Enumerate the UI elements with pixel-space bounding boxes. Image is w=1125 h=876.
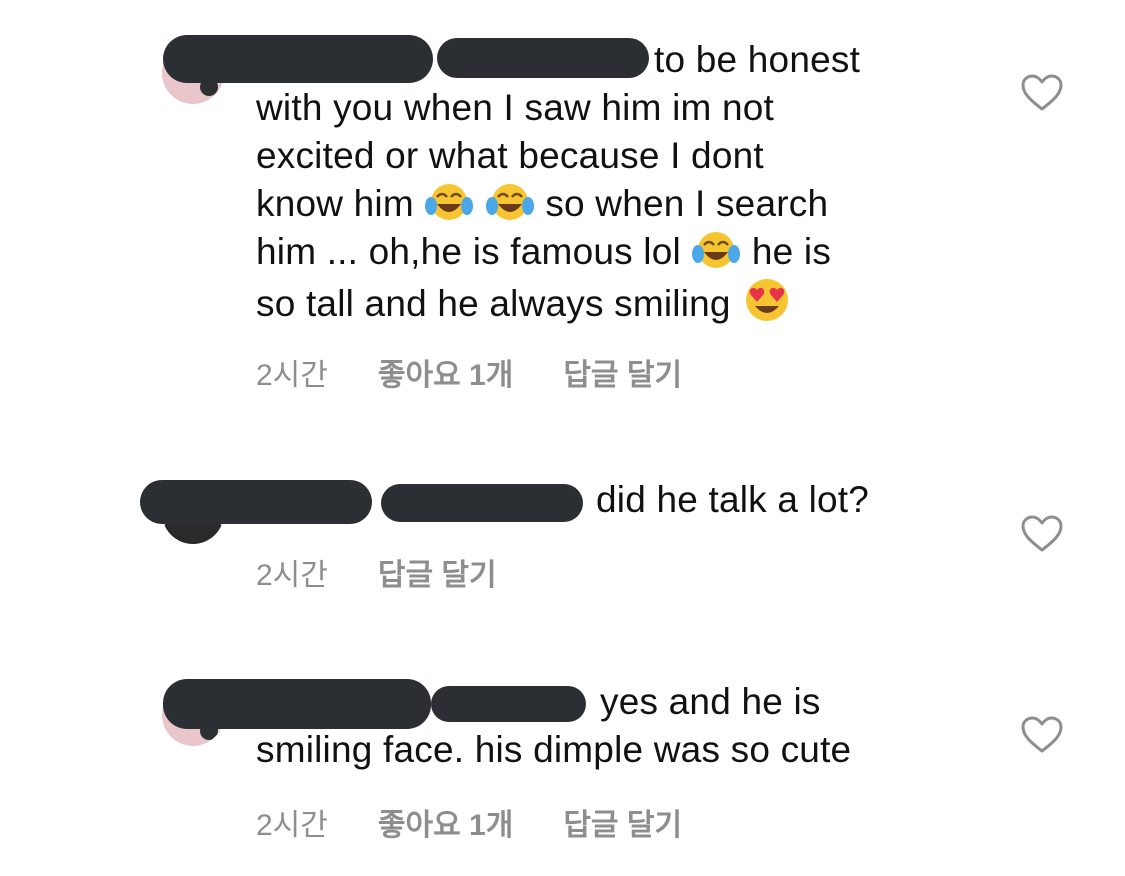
comment-text-line: to be honest (654, 39, 861, 80)
heart-outline-icon[interactable] (1021, 515, 1063, 553)
redacted-mention (431, 686, 586, 722)
redacted-mention (437, 38, 649, 78)
comment-1: to be honest with you when I saw him im … (0, 0, 1125, 410)
comment-2: did he talk a lot? 2시간 답글 달기 (0, 460, 1125, 610)
likes-count[interactable]: 좋아요 1개 (378, 350, 513, 394)
laughing-tears-emoji (692, 232, 741, 268)
comment-text: to be honest (654, 36, 860, 84)
timestamp: 2시간 (256, 359, 328, 392)
comment-text-body: with you when I saw him im not excited o… (256, 84, 976, 328)
comment-text-body: smiling face. his dimple was so cute (256, 726, 1016, 774)
comment-text-line: smiling face. his dimple was so cute (256, 729, 852, 770)
redacted-username (163, 679, 431, 729)
heart-outline-icon[interactable] (1021, 74, 1063, 112)
heart-eyes-emoji (746, 279, 789, 321)
comment-meta: 2시간 좋아요 1개 답글 달기 (256, 800, 682, 844)
comment-text-line: did he talk a lot? (596, 479, 870, 520)
redacted-username (163, 35, 433, 83)
reply-button[interactable]: 답글 달기 (378, 550, 497, 594)
timestamp: 2시간 (256, 559, 328, 592)
comment-3: yes and he is smiling face. his dimple w… (0, 660, 1125, 876)
comment-text-line: yes and he is (600, 681, 821, 722)
comment-text-line: with you when I saw him im not (256, 87, 775, 128)
redacted-username (140, 480, 372, 524)
reply-button[interactable]: 답글 달기 (563, 350, 682, 394)
comment-text: yes and he is (600, 678, 821, 726)
comment-text-line: him ... oh,he is famous lol he is (256, 228, 976, 276)
comment-text-line: so tall and he always smiling (256, 276, 976, 328)
comment-text: did he talk a lot? (596, 476, 869, 524)
laughing-tears-emoji (425, 184, 474, 220)
timestamp: 2시간 (256, 809, 328, 842)
comment-meta: 2시간 좋아요 1개 답글 달기 (256, 350, 682, 394)
comment-meta: 2시간 답글 달기 (256, 550, 497, 594)
laughing-tears-emoji (485, 184, 534, 220)
heart-outline-icon[interactable] (1021, 716, 1063, 754)
reply-button[interactable]: 답글 달기 (563, 800, 682, 844)
comment-text-line: know him so when I search (256, 180, 976, 228)
comment-text-line: excited or what because I dont (256, 135, 764, 176)
likes-count[interactable]: 좋아요 1개 (378, 800, 513, 844)
redacted-mention (381, 484, 583, 522)
